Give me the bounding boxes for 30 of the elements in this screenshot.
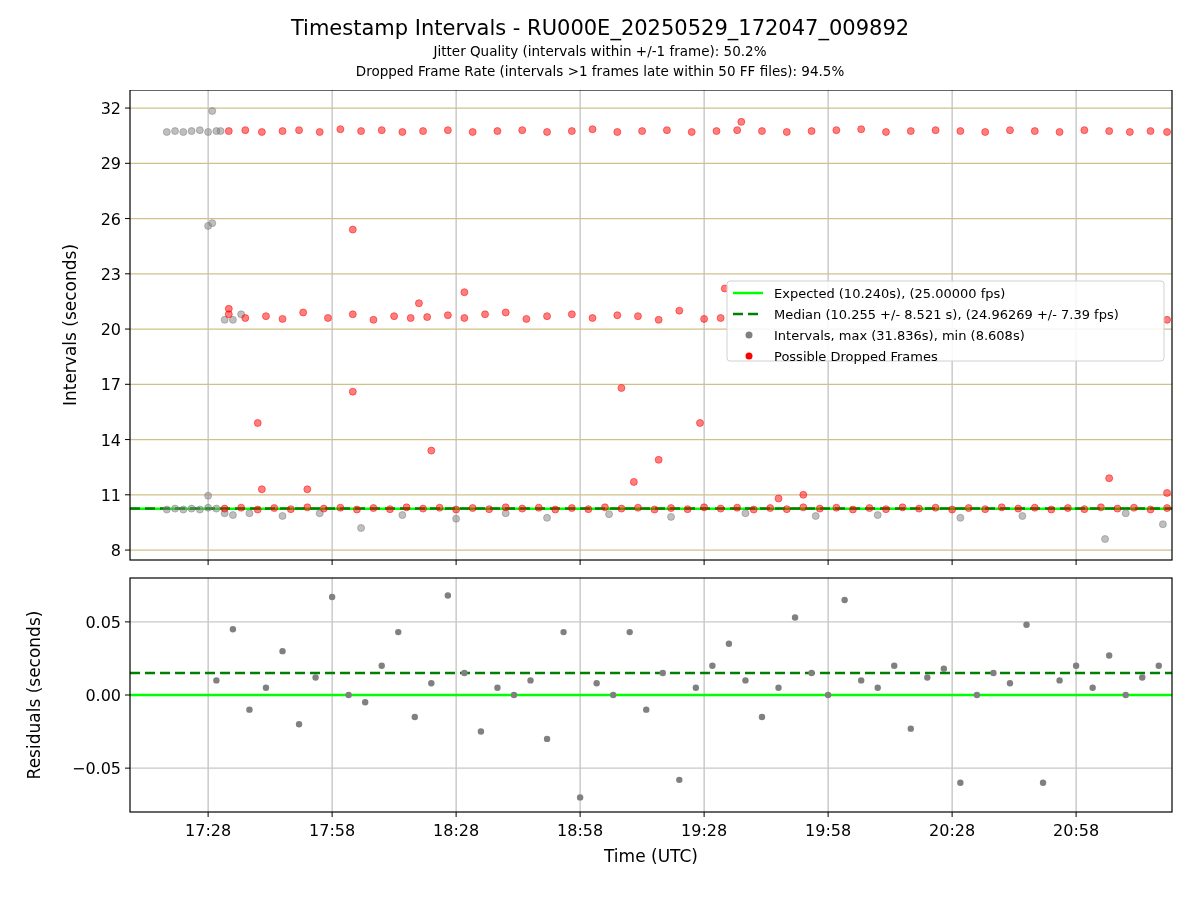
chart-subtitle: Dropped Frame Rate (intervals >1 frames late within 50 FF files): 94.5% <box>355 62 845 81</box>
y-tick-label: 26 <box>100 209 121 229</box>
x-tick-label: 20:28 <box>929 821 976 840</box>
legend-label: Intervals, max (31.836s), min (8.608s) <box>774 328 1025 343</box>
y-tick-label: 32 <box>100 99 121 119</box>
y-tick-label: 29 <box>100 154 121 174</box>
y-axis-label: Intervals (seconds) <box>60 243 80 407</box>
y-tick-label: 14 <box>100 430 121 450</box>
y-tick-label: 17 <box>100 375 121 395</box>
x-tick-label: 17:58 <box>309 821 356 840</box>
x-axis-label: Time (UTC) <box>604 846 698 866</box>
x-tick-label: 18:58 <box>557 821 604 840</box>
chart-title: Timestamp Intervals - RU000E_20250529_172047_009892 <box>290 15 910 41</box>
x-tick-label: 19:28 <box>681 821 728 840</box>
legend-label: Median (10.255 +/- 8.521 s), (24.96269 +/- 7.39 fps) <box>774 307 1119 322</box>
y-tick-label: −0.05 <box>71 759 121 779</box>
x-tick-label: 19:58 <box>805 821 852 840</box>
y-tick-label: 8 <box>110 541 121 561</box>
y-tick-label: 0.00 <box>85 686 121 705</box>
y-tick-label: 0.05 <box>85 612 121 632</box>
x-tick-label: 18:28 <box>433 821 480 840</box>
y-tick-label: 23 <box>100 264 121 284</box>
y-tick-label: 11 <box>100 485 121 505</box>
y-tick-label: 20 <box>100 320 121 340</box>
x-tick-label: 20:58 <box>1053 821 1100 840</box>
y-axis-label: Residuals (seconds) <box>24 610 44 780</box>
chart-subtitle: Jitter Quality (intervals within +/-1 frame): 50.2% <box>433 42 767 61</box>
legend-label: Expected (10.240s), (25.00000 fps) <box>774 286 1006 301</box>
legend-label: Possible Dropped Frames <box>774 349 938 364</box>
x-tick-label: 17:28 <box>185 821 232 840</box>
